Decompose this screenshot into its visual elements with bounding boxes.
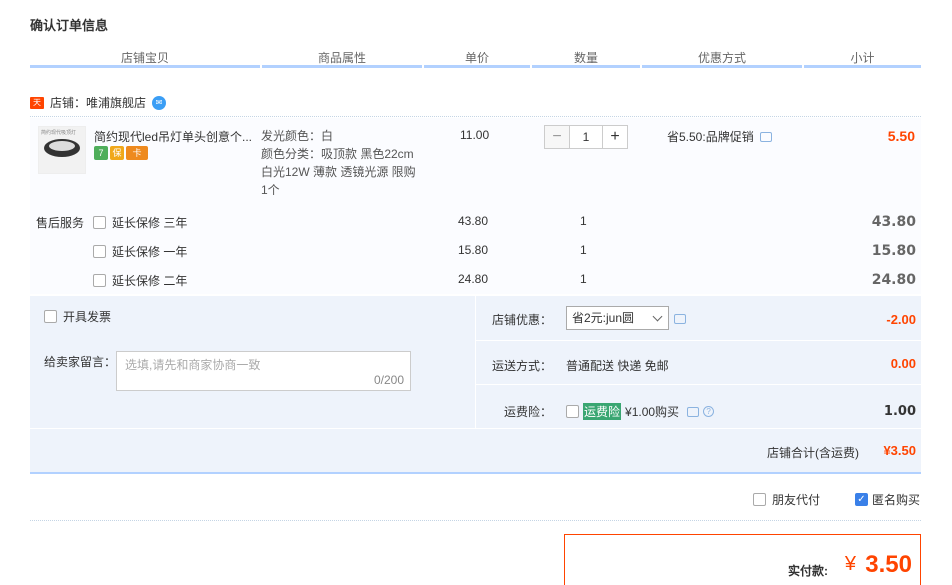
- item-thumbnail[interactable]: 简约现代吸顶灯: [38, 126, 86, 174]
- memo-textarea[interactable]: 选填,请先和商家协商一致 0/200: [116, 351, 411, 391]
- item-badges: 7 保 卡: [94, 146, 148, 160]
- col-header-subtotal: 小计: [804, 48, 921, 68]
- card-icon: 卡: [126, 146, 148, 160]
- comment-icon[interactable]: [759, 131, 772, 142]
- service-subtotal: 43.80: [871, 214, 916, 230]
- divider: [30, 116, 921, 117]
- panel-divider: [476, 340, 921, 341]
- divider: [30, 472, 921, 474]
- page-title: 确认订单信息: [30, 18, 109, 33]
- service-subtotal: 15.80: [871, 243, 916, 259]
- col-header-item: 店铺宝贝: [30, 48, 260, 68]
- service-subtotal: 24.80: [871, 272, 916, 288]
- quantity-stepper: − 1 +: [544, 125, 628, 149]
- invoice-option[interactable]: 开具发票: [44, 308, 111, 325]
- payment-label: 实付款:: [788, 564, 828, 578]
- invoice-label: 开具发票: [63, 310, 112, 324]
- guarantee-icon: 保: [110, 146, 124, 160]
- shipping-value: 0.00: [890, 356, 916, 371]
- panel-divider: [30, 428, 921, 429]
- prop-line: 发光颜色：白: [261, 129, 334, 143]
- select-value: 省2元:jun圆: [572, 311, 635, 325]
- service-price: 43.80: [458, 214, 489, 228]
- memo-placeholder: 选填,请先和商家协商一致: [125, 358, 261, 372]
- service-price: 15.80: [458, 243, 489, 257]
- after-sale-label: 售后服务: [36, 216, 85, 230]
- panel-divider: [475, 296, 476, 428]
- anonymous-label: 匿名购买: [872, 493, 921, 507]
- anonymous-checkbox[interactable]: ✓: [855, 493, 868, 506]
- comment-icon[interactable]: [674, 314, 686, 324]
- item-subtotal: 5.50: [887, 128, 915, 144]
- item-name[interactable]: 简约现代led吊灯单头创意个...: [94, 128, 252, 145]
- col-header-price: 单价: [424, 48, 530, 68]
- insurance-text: ¥1.00购买: [625, 405, 680, 419]
- thumb-caption: 简约现代吸顶灯: [41, 130, 77, 136]
- promo-text: 省5.50:品牌促销: [667, 130, 754, 144]
- service-option[interactable]: 延长保修 一年: [93, 243, 187, 260]
- service-option[interactable]: 延长保修 二年: [93, 272, 187, 289]
- qty-minus-button[interactable]: −: [544, 125, 570, 149]
- insurance-checkbox[interactable]: [566, 405, 579, 418]
- prop-line: 白光12W 薄款 透镜光源 限购: [261, 165, 416, 179]
- shipping-method: 普通配送 快递 免邮: [566, 359, 669, 373]
- divider: [30, 520, 921, 521]
- service-name: 延长保修 二年: [112, 274, 188, 288]
- friend-pay-label: 朋友代付: [772, 493, 821, 507]
- shop-total-value: ¥3.50: [883, 443, 916, 458]
- anonymous-option[interactable]: ✓ 匿名购买: [855, 491, 920, 508]
- service-qty: 1: [580, 243, 587, 257]
- lamp-image-inner: [49, 141, 75, 151]
- chevron-down-icon: [652, 311, 663, 322]
- panel-divider: [476, 384, 921, 385]
- payment-currency: ¥: [844, 553, 856, 575]
- payment-summary: 实付款: ¥ 3.50: [564, 534, 921, 585]
- help-icon[interactable]: ?: [703, 406, 715, 417]
- col-header-qty: 数量: [532, 48, 640, 68]
- friend-pay-checkbox[interactable]: [753, 493, 766, 506]
- service-name: 延长保修 一年: [112, 245, 188, 259]
- service-qty: 1: [580, 214, 587, 228]
- col-header-promo: 优惠方式: [642, 48, 802, 68]
- insurance-value: 1.00: [883, 404, 916, 419]
- qty-input[interactable]: 1: [570, 125, 602, 149]
- shop-name[interactable]: 店铺：唯浦旗舰店: [50, 94, 146, 111]
- service-name: 延长保修 三年: [112, 216, 188, 230]
- shop-discount-label: 店铺优惠：: [492, 313, 553, 327]
- memo-label: 给卖家留言：: [44, 355, 117, 369]
- shop-discount-value: -2.00: [886, 312, 916, 327]
- tmall-tag: 天猫: [30, 96, 44, 119]
- service-price: 24.80: [458, 272, 489, 286]
- service-checkbox[interactable]: [93, 216, 106, 229]
- seven-day-return-icon: 7: [94, 146, 108, 160]
- service-qty: 1: [580, 272, 587, 286]
- ww-chat-icon[interactable]: ✉: [152, 95, 167, 110]
- insurance-tag: 运费险: [583, 403, 622, 420]
- shop-discount-select[interactable]: 省2元:jun圆: [566, 306, 669, 330]
- shop-total-label: 店铺合计(含运费): [767, 446, 859, 460]
- col-header-props: 商品属性: [262, 48, 422, 68]
- comment-icon[interactable]: [687, 406, 700, 417]
- prop-line: 1个: [261, 183, 280, 197]
- service-checkbox[interactable]: [93, 245, 106, 258]
- table-header: 店铺宝贝 商品属性 单价 数量 优惠方式 小计: [30, 48, 921, 70]
- insurance-option[interactable]: 运费险 ¥1.00购买 ?: [566, 403, 715, 420]
- payment-value: 3.50: [865, 551, 912, 578]
- qty-plus-button[interactable]: +: [602, 125, 628, 149]
- friend-pay-option[interactable]: 朋友代付: [753, 491, 820, 508]
- shipping-label: 运送方式：: [492, 359, 553, 373]
- insurance-label: 运费险：: [504, 405, 553, 419]
- item-props: 发光颜色：白 颜色分类：吸顶款 黑色22cm 白光12W 薄款 透镜光源 限购 …: [261, 127, 431, 199]
- item-price: 11.00: [460, 128, 490, 142]
- shop-row: 天猫 店铺：唯浦旗舰店 ✉: [30, 94, 167, 119]
- invoice-checkbox[interactable]: [44, 310, 57, 323]
- service-checkbox[interactable]: [93, 274, 106, 287]
- item-promo: 省5.50:品牌促销: [667, 128, 772, 145]
- service-option[interactable]: 延长保修 三年: [93, 214, 187, 231]
- prop-line: 颜色分类：吸顶款 黑色22cm: [261, 147, 414, 161]
- memo-char-count: 0/200: [373, 373, 404, 387]
